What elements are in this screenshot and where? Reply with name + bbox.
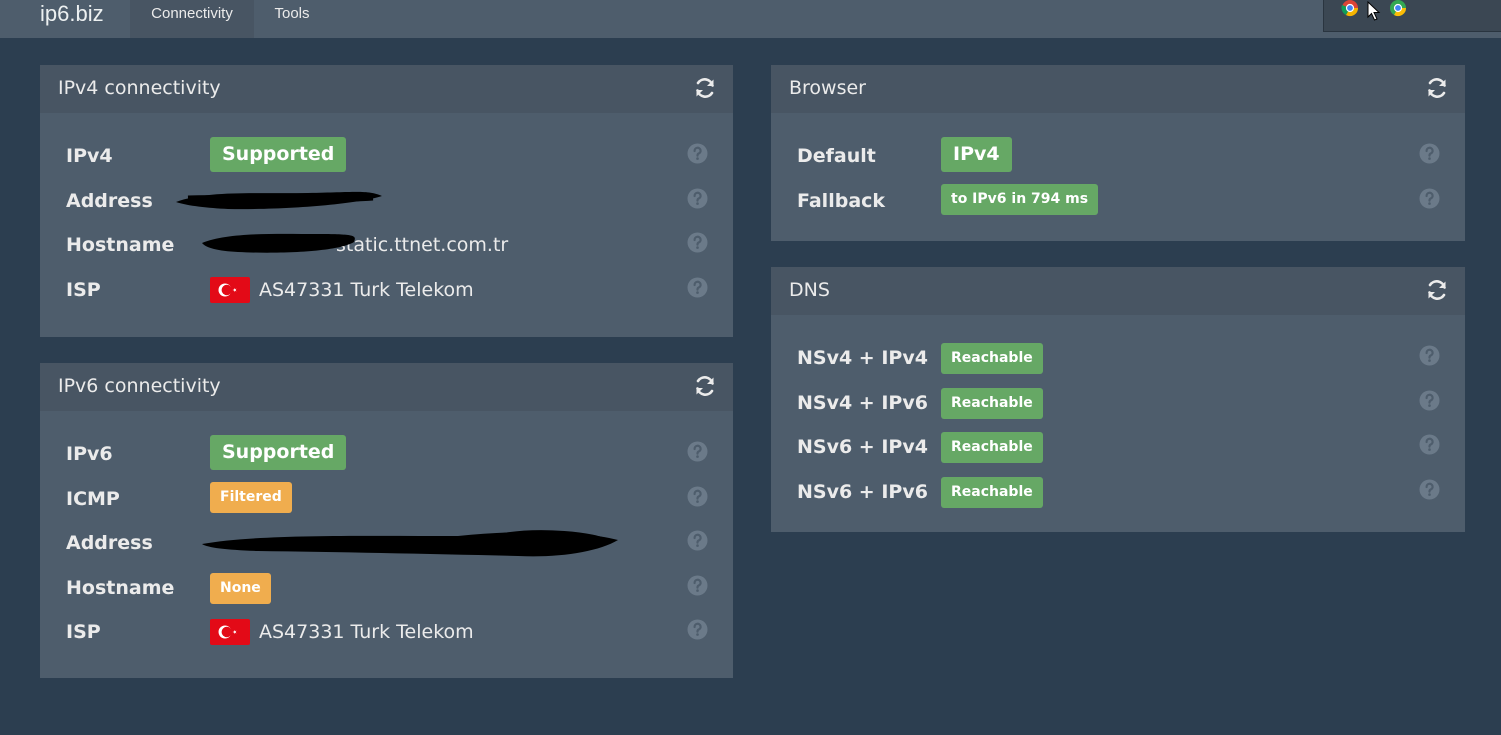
hostname-value: static.ttnet.com.tr	[336, 234, 509, 256]
tab-tools[interactable]: Tools	[256, 0, 328, 38]
help-icon[interactable]	[1419, 390, 1440, 411]
status-badge: Filtered	[210, 482, 292, 513]
help-icon[interactable]	[687, 232, 708, 253]
browser-panel: Browser Default IPv4 Fallback to IPv6 in…	[771, 65, 1465, 241]
ipv6-row: IPv6 Supported	[40, 433, 733, 473]
turkey-flag-icon	[210, 277, 250, 303]
dns-panel: DNS NSv4 + IPv4 Reachable NSv4 + IPv6 Re…	[771, 267, 1465, 532]
row-label: Hostname	[66, 577, 175, 599]
help-icon[interactable]	[687, 277, 708, 298]
refresh-icon[interactable]	[1425, 76, 1449, 100]
dns-row: NSv6 + IPv4 Reachable	[771, 426, 1465, 466]
panel-heading: Browser	[771, 65, 1465, 113]
status-badge: Reachable	[941, 432, 1043, 463]
row-label: NSv4 + IPv6	[797, 392, 928, 414]
navbar: ip6.biz Connectivity Tools	[0, 0, 1501, 38]
row-label: ISP	[66, 279, 101, 301]
help-icon[interactable]	[687, 188, 708, 209]
redaction-scribble	[202, 233, 355, 253]
row-label: IPv6	[66, 443, 113, 465]
panel-title: IPv4 connectivity	[58, 77, 221, 99]
row-label: IPv4	[66, 145, 113, 167]
default-row: Default IPv4	[771, 135, 1465, 175]
status-badge: Reachable	[941, 388, 1043, 419]
help-icon[interactable]	[1419, 479, 1440, 500]
panel-heading: IPv6 connectivity	[40, 363, 733, 411]
panel-title: IPv6 connectivity	[58, 375, 221, 397]
address-row: Address	[40, 522, 733, 562]
refresh-icon[interactable]	[693, 76, 717, 100]
isp-row: ISP AS47331 Turk Telekom	[40, 269, 733, 309]
help-icon[interactable]	[687, 575, 708, 596]
row-label: NSv4 + IPv4	[797, 347, 928, 369]
isp-row: ISP AS47331 Turk Telekom	[40, 611, 733, 651]
panel-heading: DNS	[771, 267, 1465, 315]
ipv4-row: IPv4 Supported	[40, 135, 733, 175]
help-icon[interactable]	[687, 619, 708, 640]
fallback-row: Fallback to IPv6 in 794 ms	[771, 180, 1465, 220]
status-badge: Supported	[210, 435, 347, 470]
row-label: ICMP	[66, 488, 120, 510]
refresh-icon[interactable]	[1425, 278, 1449, 302]
dns-row: NSv4 + IPv6 Reachable	[771, 382, 1465, 422]
hostname-row: Hostname None	[40, 567, 733, 607]
tab-connectivity[interactable]: Connectivity	[130, 0, 254, 38]
system-tray	[1323, 0, 1501, 32]
status-badge: None	[210, 573, 271, 604]
help-icon[interactable]	[687, 486, 708, 507]
ipv4-panel: IPv4 connectivity IPv4 Supported Address…	[40, 65, 733, 337]
status-badge: to IPv6 in 794 ms	[941, 184, 1099, 215]
hostname-row: Hostname static.ttnet.com.tr	[40, 224, 733, 264]
help-icon[interactable]	[1419, 188, 1440, 209]
row-label: Address	[66, 532, 153, 554]
row-label: NSv6 + IPv6	[797, 481, 928, 503]
help-icon[interactable]	[1419, 143, 1440, 164]
help-icon[interactable]	[1419, 434, 1440, 455]
row-label: NSv6 + IPv4	[797, 436, 928, 458]
brand-logo[interactable]: ip6.biz	[40, 0, 104, 30]
mouse-cursor-icon	[1367, 1, 1381, 21]
dns-row: NSv6 + IPv6 Reachable	[771, 471, 1465, 511]
row-label: Hostname	[66, 234, 175, 256]
browser-extension-icon[interactable]	[1388, 0, 1408, 20]
redaction-scribble	[176, 191, 382, 210]
help-icon[interactable]	[687, 441, 708, 462]
row-label: ISP	[66, 621, 101, 643]
panel-title: DNS	[789, 279, 830, 301]
dns-row: NSv4 + IPv4 Reachable	[771, 337, 1465, 377]
panel-title: Browser	[789, 77, 866, 99]
help-icon[interactable]	[687, 530, 708, 551]
isp-value: AS47331 Turk Telekom	[259, 279, 474, 301]
address-row: Address	[40, 180, 733, 220]
redaction-scribble	[202, 530, 618, 557]
refresh-icon[interactable]	[693, 374, 717, 398]
ipv6-panel: IPv6 connectivity IPv6 Supported ICMP Fi…	[40, 363, 733, 678]
panel-heading: IPv4 connectivity	[40, 65, 733, 113]
status-badge: Supported	[210, 137, 347, 172]
row-label: Fallback	[797, 190, 886, 212]
help-icon[interactable]	[687, 143, 708, 164]
status-badge: Reachable	[941, 477, 1043, 508]
status-badge: Reachable	[941, 343, 1043, 374]
status-badge: IPv4	[941, 137, 1012, 172]
chrome-icon[interactable]	[1340, 0, 1360, 20]
help-icon[interactable]	[1419, 345, 1440, 366]
icmp-row: ICMP Filtered	[40, 478, 733, 518]
isp-value: AS47331 Turk Telekom	[259, 621, 474, 643]
row-label: Default	[797, 145, 876, 167]
row-label: Address	[66, 190, 153, 212]
turkey-flag-icon	[210, 619, 250, 645]
